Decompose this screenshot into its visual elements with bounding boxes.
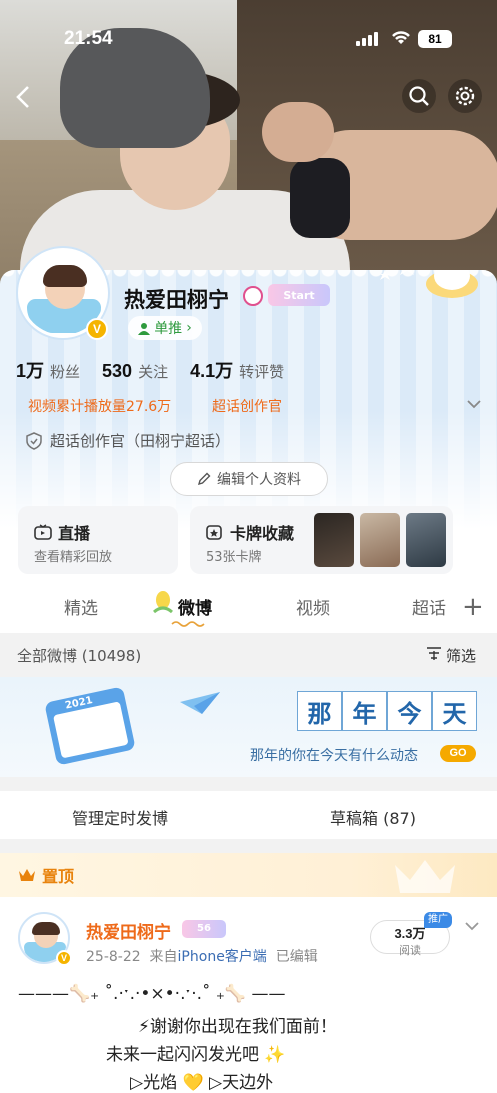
posts-count: 全部微博 (10498): [17, 647, 142, 665]
settings-button[interactable]: [448, 79, 482, 113]
profile-stats: 1万 粉丝 530 关注 4.1万 转评赞: [16, 357, 284, 383]
filter-label: 筛选: [446, 647, 477, 665]
tab-underline-icon: [171, 621, 205, 627]
search-icon: [409, 86, 429, 106]
edit-profile-label: 编辑个人资料: [217, 472, 301, 488]
profile-name: 热爱田栩宁: [124, 288, 229, 312]
live-subtitle: 查看精彩回放: [34, 550, 113, 565]
live-title: 直播: [58, 524, 91, 543]
post-verified-icon: V: [56, 950, 72, 966]
profile-tabs: 精选 微博 视频 超话: [0, 586, 497, 630]
live-tile[interactable]: 直播 查看精彩回放: [18, 506, 178, 574]
tab-super-topic[interactable]: 超话: [412, 594, 446, 619]
post-source[interactable]: iPhone客户端: [178, 949, 267, 965]
shield-check-icon: [26, 431, 42, 450]
post-text-line: ▷光焰 💛 ▷天边外: [130, 1073, 274, 1093]
stat-value: 530: [102, 361, 133, 381]
tab-featured[interactable]: 精选: [64, 594, 98, 619]
status-bar: 21:54 81: [0, 28, 497, 54]
posts-count-bar: 全部微博 (10498) 筛选: [0, 633, 497, 677]
card-thumbnail[interactable]: [406, 513, 446, 567]
search-button[interactable]: [402, 79, 436, 113]
level-badge[interactable]: Start: [268, 284, 330, 306]
chevron-right-icon: ›: [186, 320, 192, 336]
stat-interactions[interactable]: 4.1万 转评赞: [190, 357, 284, 383]
reads-label: 阅读: [399, 944, 421, 957]
title-char: 年: [342, 691, 387, 731]
super-title-row[interactable]: 超话创作官（田栩宁超话）: [26, 430, 230, 451]
recommend-label: 单推: [154, 321, 183, 337]
verified-badge-icon: V: [86, 318, 108, 340]
gear-icon: [455, 86, 475, 106]
pinned-header: 置顶: [0, 853, 497, 897]
scheduled-posts-button[interactable]: 管理定时发博: [72, 805, 168, 829]
banner-go-button[interactable]: GO: [440, 745, 476, 762]
post-from: 来自: [149, 949, 178, 965]
post-actions-bar: 管理定时发博 草稿箱 (87): [0, 791, 497, 839]
title-char: 那: [297, 691, 342, 731]
crown-watermark-icon: [395, 860, 455, 893]
stat-label: 关注: [138, 363, 169, 381]
creator-tag[interactable]: 超话创作官: [212, 396, 282, 416]
card-thumbnail[interactable]: [360, 513, 400, 567]
post-menu-chevron-icon[interactable]: [464, 920, 480, 932]
stat-value: 1万: [16, 361, 45, 381]
stat-fans[interactable]: 1万 粉丝: [16, 357, 80, 383]
stat-value: 4.1万: [190, 361, 234, 381]
tab-weibo[interactable]: 微博: [178, 594, 212, 619]
drafts-button[interactable]: 草稿箱 (87): [330, 805, 416, 829]
tv-icon: [34, 524, 52, 540]
filter-icon: [427, 647, 441, 660]
post-text-line: ⚡谢谢你出现在我们面前！: [138, 1017, 337, 1037]
person-icon: [138, 322, 151, 335]
crown-icon: [19, 869, 35, 881]
pinned-label: 置顶: [42, 867, 75, 886]
title-char: 今: [387, 691, 432, 731]
back-arrow-icon: [16, 86, 29, 108]
chevron-down-icon[interactable]: [466, 398, 482, 410]
banner-subtitle: 那年的你在今天有什么动态: [250, 748, 418, 764]
recommend-button[interactable]: 单推 ›: [128, 316, 202, 340]
post-text-line: 未来一起闪闪发光吧 ✨: [106, 1045, 286, 1065]
card-star-icon: [206, 525, 222, 540]
title-char: 天: [432, 691, 477, 731]
status-time: 21:54: [64, 28, 113, 49]
post-level-badge[interactable]: 56: [182, 920, 226, 938]
post-date: 25-8-22: [86, 949, 141, 965]
stat-label: 转评赞: [239, 363, 285, 381]
super-title-text: 超话创作官（田栩宁超话）: [50, 432, 231, 450]
edit-profile-button[interactable]: 编辑个人资料: [170, 462, 328, 496]
sticker-decoration-icon: [380, 270, 478, 298]
stat-label: 粉丝: [50, 363, 81, 381]
signal-icon: [356, 32, 378, 46]
calendar-year: 2021: [64, 695, 94, 712]
stat-following[interactable]: 530 关注: [102, 361, 168, 382]
back-button[interactable]: [6, 80, 40, 114]
cards-subtitle: 53张卡牌: [206, 550, 262, 565]
post-edited: 已编辑: [275, 949, 318, 965]
filter-button[interactable]: 筛选: [426, 645, 476, 666]
wifi-icon: [392, 31, 410, 44]
tab-video[interactable]: 视频: [296, 594, 330, 619]
cards-title: 卡牌收藏: [230, 524, 295, 543]
battery-indicator: 81: [418, 30, 452, 48]
pencil-icon: [197, 472, 211, 486]
super-topic-badge-icon[interactable]: [243, 286, 263, 306]
video-plays-tag[interactable]: 视频累计播放量27.6万: [28, 396, 171, 416]
card-thumbnail[interactable]: [314, 513, 354, 567]
post-author[interactable]: 热爱田栩宁: [86, 918, 171, 943]
post-text-line: ———🦴₊ ˚.·ˑ.·•×•·.ˑ·.˚ ₊🦴 ——: [18, 984, 286, 1004]
tab-active-flower-icon: [153, 591, 173, 614]
on-this-day-title: 那 年 今 天: [297, 691, 477, 731]
promo-badge[interactable]: 推广: [424, 912, 452, 928]
paper-plane-icon: [180, 692, 220, 714]
post-meta: 25-8-22 来自iPhone客户端 已编辑: [86, 946, 318, 966]
